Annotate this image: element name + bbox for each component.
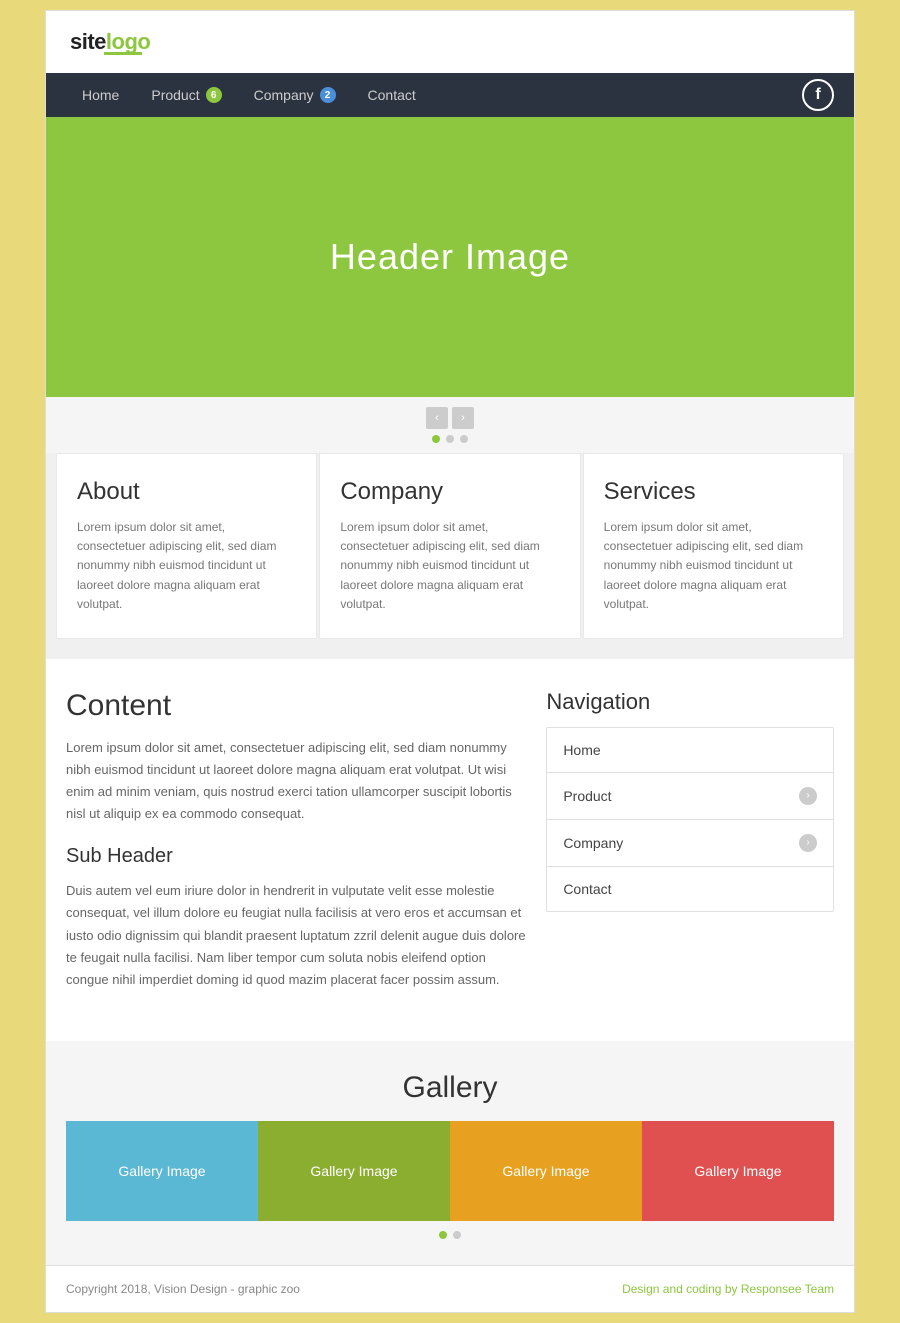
sidebar-nav-label-contact: Contact [563,881,611,897]
gallery-item-2[interactable]: Gallery Image [258,1121,450,1221]
card-text-company: Lorem ipsum dolor sit amet, consectetuer… [340,518,559,614]
slider-prev-button[interactable]: ‹ [426,407,448,429]
gallery-title: Gallery [66,1071,834,1105]
sidebar-nav-arrow-product: › [799,787,817,805]
nav-item-company[interactable]: Company 2 [238,73,352,117]
content-nav-section: Content Lorem ipsum dolor sit amet, cons… [46,659,854,1041]
card-text-about: Lorem ipsum dolor sit amet, consectetuer… [77,518,296,614]
gallery-dot-1[interactable] [439,1231,447,1239]
gallery-item-4[interactable]: Gallery Image [642,1121,834,1221]
sidebar-nav-label-product: Product [563,788,611,804]
nav-badge-company: 2 [320,87,336,103]
sidebar-nav-item-company[interactable]: Company › [547,820,833,867]
nav-label-contact: Contact [368,87,416,103]
sub-header: Sub Header [66,845,526,868]
logo-text-logo: logo [106,29,150,54]
nav-item-contact[interactable]: Contact [352,73,432,117]
content-title: Content [66,689,526,723]
gallery-label-4: Gallery Image [694,1163,781,1179]
card-company: Company Lorem ipsum dolor sit amet, cons… [319,453,580,639]
slider-dot-3[interactable] [460,435,468,443]
facebook-button[interactable]: f [802,79,834,111]
footer-copyright: Copyright 2018, Vision Design - graphic … [66,1282,300,1296]
site-logo[interactable]: sitelogo [70,29,150,55]
nav-label-product: Product [151,87,199,103]
card-title-services: Services [604,478,823,506]
content-sub-paragraph: Duis autem vel eum iriure dolor in hendr… [66,880,526,990]
card-title-about: About [77,478,296,506]
gallery-item-1[interactable]: Gallery Image [66,1121,258,1221]
sidebar-nav-item-home[interactable]: Home [547,728,833,773]
content-area: Content Lorem ipsum dolor sit amet, cons… [66,689,526,1011]
content-paragraph: Lorem ipsum dolor sit amet, consectetuer… [66,737,526,825]
nav-label-company: Company [254,87,314,103]
sidebar-nav-label-home: Home [563,742,600,758]
site-footer: Copyright 2018, Vision Design - graphic … [46,1265,854,1312]
nav-sidebar: Navigation Home Product › Company › Cont… [546,689,834,1011]
nav-sidebar-title: Navigation [546,689,834,715]
gallery-label-3: Gallery Image [502,1163,589,1179]
gallery-dots [66,1221,834,1255]
nav-items: Home Product 6 Company 2 Contact [66,73,802,117]
gallery-dot-2[interactable] [453,1231,461,1239]
slider-next-button[interactable]: › [452,407,474,429]
gallery-item-3[interactable]: Gallery Image [450,1121,642,1221]
sidebar-nav-item-product[interactable]: Product › [547,773,833,820]
sidebar-nav-item-contact[interactable]: Contact [547,867,833,911]
card-text-services: Lorem ipsum dolor sit amet, consectetuer… [604,518,823,614]
gallery-grid: Gallery Image Gallery Image Gallery Imag… [66,1121,834,1221]
gallery-label-2: Gallery Image [310,1163,397,1179]
card-about: About Lorem ipsum dolor sit amet, consec… [56,453,317,639]
facebook-icon: f [815,86,820,104]
site-header: sitelogo [46,11,854,73]
card-title-company: Company [340,478,559,506]
slider-arrows: ‹ › [426,407,474,429]
nav-item-product[interactable]: Product 6 [135,73,237,117]
nav-item-home[interactable]: Home [66,73,135,117]
sidebar-nav-label-company: Company [563,835,623,851]
slider-dot-1[interactable] [432,435,440,443]
hero-section: Header Image [46,117,854,397]
gallery-label-1: Gallery Image [118,1163,205,1179]
nav-sidebar-list: Home Product › Company › Contact [546,727,834,912]
sidebar-nav-arrow-company: › [799,834,817,852]
card-services: Services Lorem ipsum dolor sit amet, con… [583,453,844,639]
nav-label-home: Home [82,87,119,103]
main-nav: Home Product 6 Company 2 Contact f [46,73,854,117]
slider-dots [432,435,468,443]
hero-title: Header Image [330,236,570,278]
nav-badge-product: 6 [206,87,222,103]
footer-credit: Design and coding by Responsee Team [622,1282,834,1296]
gallery-section: Gallery Gallery Image Gallery Image Gall… [46,1041,854,1265]
cards-section: About Lorem ipsum dolor sit amet, consec… [46,453,854,659]
slider-dot-2[interactable] [446,435,454,443]
slider-controls: ‹ › [46,397,854,453]
logo-text-site: site [70,29,106,54]
